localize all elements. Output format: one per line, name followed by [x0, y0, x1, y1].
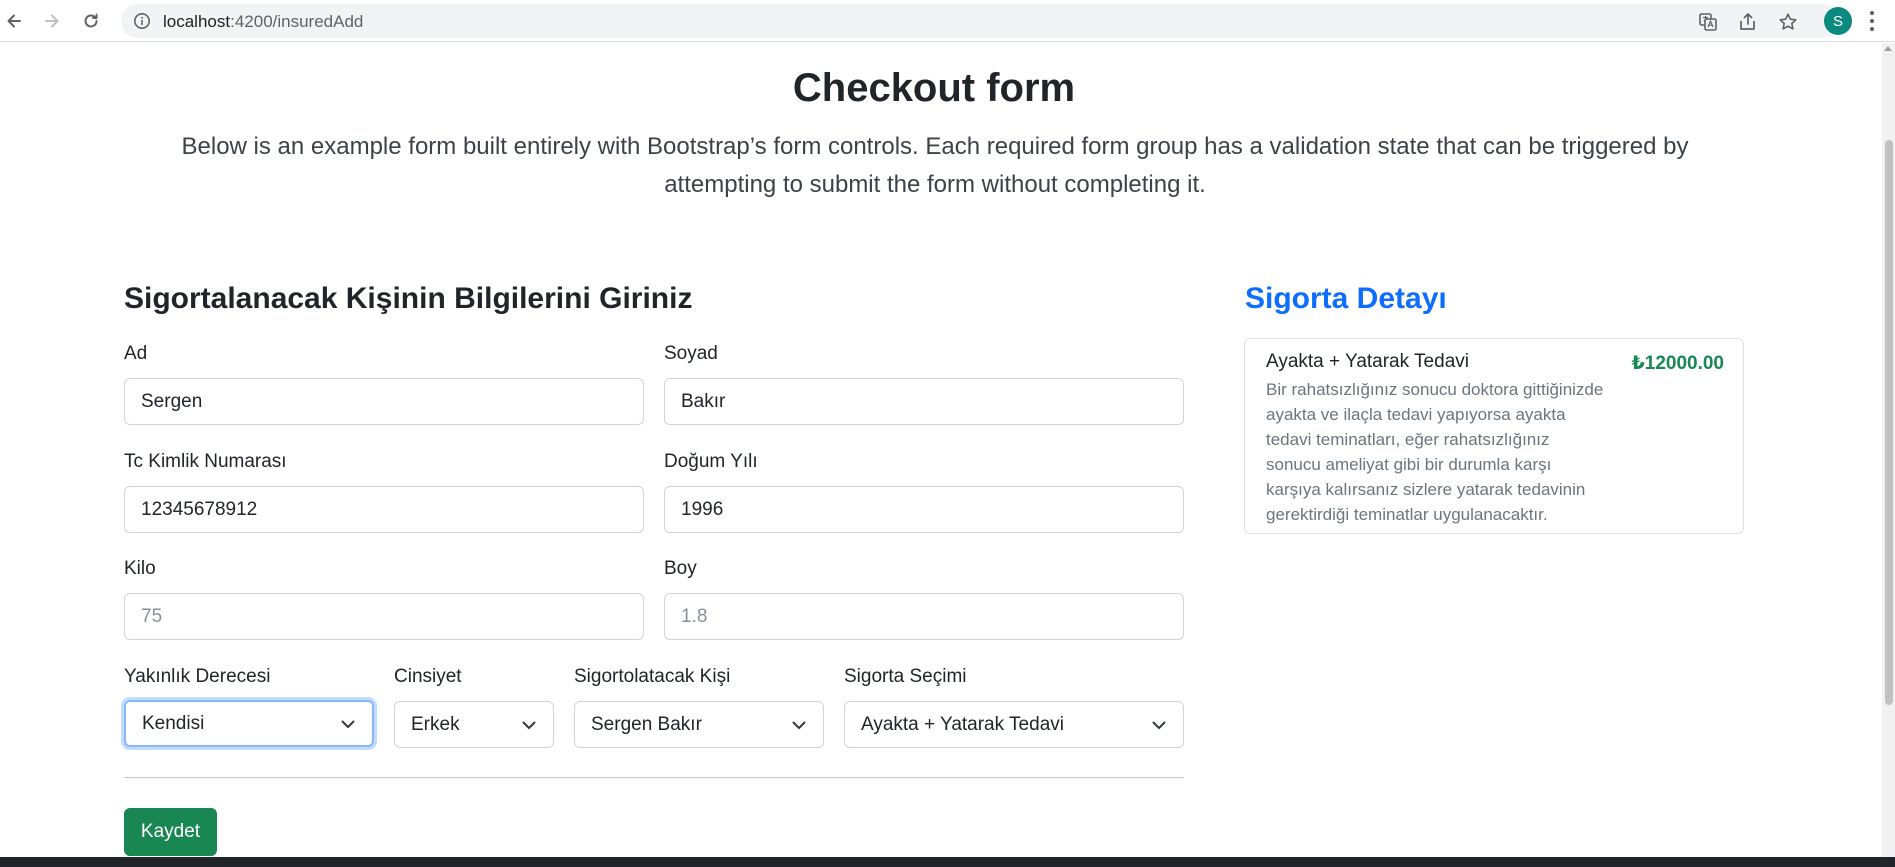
- page-title: Checkout form: [792, 66, 1076, 110]
- star-icon[interactable]: [1778, 12, 1798, 32]
- translate-icon[interactable]: [1698, 12, 1718, 32]
- page-lead-text: Below is an example form built entirely …: [181, 133, 1689, 198]
- weight-input[interactable]: [124, 593, 644, 640]
- reload-icon[interactable]: [79, 9, 103, 33]
- chevron-down-icon: [1152, 721, 1166, 729]
- weight-label: Kilo: [124, 558, 156, 579]
- relation-label: Yakınlık Derecesi: [124, 666, 271, 687]
- scroll-up-arrow-icon[interactable]: [1884, 46, 1892, 51]
- insured-person-select[interactable]: Sergen Bakır: [574, 701, 824, 748]
- save-button[interactable]: Kaydet: [124, 808, 217, 856]
- birth-year-label: Doğum Yılı: [664, 451, 758, 472]
- insured-person-selected-value: Sergen Bakır: [591, 713, 702, 735]
- form-divider: [124, 777, 1184, 778]
- relation-select[interactable]: Kendisi: [124, 700, 374, 747]
- profile-avatar[interactable]: S: [1824, 7, 1852, 35]
- chevron-down-icon: [792, 721, 806, 729]
- address-bar[interactable]: localhost:4200/insuredAdd: [121, 4, 1839, 38]
- tc-number-input[interactable]: [124, 486, 644, 533]
- first-name-label: Ad: [124, 343, 148, 364]
- gender-label: Cinsiyet: [394, 666, 462, 687]
- height-label: Boy: [664, 558, 697, 579]
- browser-toolbar: localhost:4200/insuredAdd S: [0, 0, 1895, 42]
- insurance-choice-select[interactable]: Ayakta + Yatarak Tedavi: [844, 701, 1184, 748]
- insurance-plan-price: ₺12000.00: [1631, 353, 1724, 374]
- scrollbar-thumb[interactable]: [1885, 140, 1893, 705]
- chevron-down-icon: [341, 720, 355, 728]
- gender-selected-value: Erkek: [411, 713, 460, 735]
- kebab-menu-icon[interactable]: [1869, 9, 1875, 33]
- insurance-choice-label: Sigorta Seçimi: [844, 666, 967, 687]
- url-text[interactable]: localhost:4200/insuredAdd: [163, 12, 363, 32]
- tc-number-label: Tc Kimlik Numarası: [124, 451, 287, 472]
- insurance-plan-description: Bir rahatsızlığınız sonucu doktora gitti…: [1266, 380, 1604, 524]
- insurance-detail-card: Ayakta + Yatarak Tedavi ₺12000.00 Bir ra…: [1244, 338, 1744, 534]
- insurance-choice-selected-value: Ayakta + Yatarak Tedavi: [861, 713, 1064, 735]
- chevron-down-icon: [522, 721, 536, 729]
- form-section-title: Sigortalanacak Kişinin Bilgilerini Girin…: [124, 282, 693, 315]
- last-name-input[interactable]: [664, 378, 1184, 425]
- insurance-detail-title: Sigorta Detayı: [1245, 282, 1447, 315]
- relation-selected-value: Kendisi: [142, 712, 205, 734]
- last-name-label: Soyad: [664, 343, 718, 364]
- info-icon[interactable]: [133, 12, 151, 30]
- forward-arrow-icon[interactable]: [40, 9, 64, 33]
- share-icon[interactable]: [1738, 12, 1758, 32]
- birth-year-input[interactable]: [664, 486, 1184, 533]
- insurance-plan-name: Ayakta + Yatarak Tedavi: [1266, 351, 1469, 372]
- bottom-dark-bar: [0, 857, 1895, 867]
- height-input[interactable]: [664, 593, 1184, 640]
- insured-person-label: Sigortolatacak Kişi: [574, 666, 731, 687]
- back-arrow-icon[interactable]: [2, 9, 26, 33]
- save-button-label: Kaydet: [140, 821, 201, 842]
- gender-select[interactable]: Erkek: [394, 701, 554, 748]
- avatar-initial: S: [1832, 12, 1843, 30]
- first-name-input[interactable]: [124, 378, 644, 425]
